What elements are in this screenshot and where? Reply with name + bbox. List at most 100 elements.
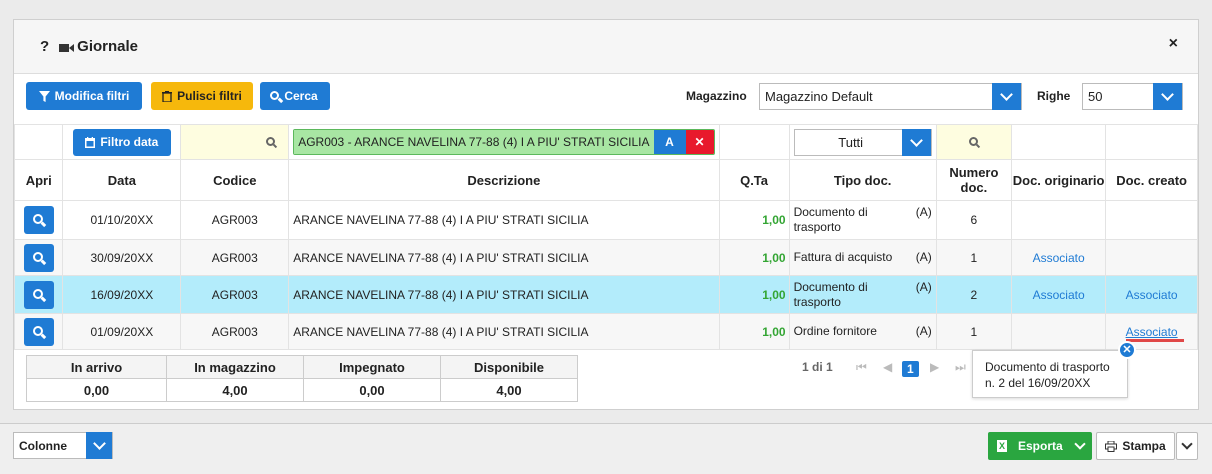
col-apri[interactable]: Apri: [13, 159, 64, 201]
data-cell: 01/09/20XX: [62, 313, 182, 350]
qta-cell: 1,00: [718, 239, 790, 276]
data-cell: 01/10/20XX: [62, 200, 182, 240]
a-button[interactable]: A: [653, 130, 686, 154]
stampa-dropdown[interactable]: [1176, 432, 1198, 460]
chevron-down-icon[interactable]: [992, 83, 1021, 110]
open-button[interactable]: [23, 243, 54, 272]
descrizione-cell: ARANCE NAVELINA 77-88 (4) I A PIU' STRAT…: [288, 313, 720, 350]
tipo-cell: Ordine fornitore (A): [788, 313, 937, 350]
stampa-button[interactable]: Stampa: [1096, 432, 1175, 460]
last-page-icon[interactable]: ⏭: [955, 360, 966, 375]
summary-value: 0,00: [26, 378, 167, 402]
help-icon[interactable]: ?: [40, 38, 49, 55]
video-camera-icon[interactable]: [59, 43, 75, 52]
col-numero-doc[interactable]: Numero doc.: [935, 159, 1013, 201]
print-icon: [1105, 440, 1118, 452]
codice-cell: AGR003: [180, 313, 290, 350]
prev-page-icon[interactable]: ◀: [883, 360, 892, 374]
tipo-cell: Fattura di acquisto (A): [788, 239, 937, 276]
summary-header: In arrivo: [26, 355, 167, 379]
orig-link[interactable]: [1011, 200, 1107, 240]
tooltip: ✕ Documento di trasporto n. 2 del 16/09/…: [972, 341, 1136, 398]
magazzino-value: Magazzino Default: [765, 89, 873, 104]
table-row[interactable]: 01/09/20XX AGR003 ARANCE NAVELINA 77-88 …: [13, 313, 1198, 350]
summary-header: Disponibile: [440, 355, 578, 379]
tipo-flag: (A): [915, 205, 932, 219]
first-page-icon[interactable]: ⏮: [856, 360, 867, 375]
summary-header: Impegnato: [303, 355, 441, 379]
orig-link[interactable]: Associato: [1011, 239, 1107, 276]
page-1-button[interactable]: 1: [902, 361, 919, 377]
magazzino-select[interactable]: Magazzino Default: [759, 83, 1022, 110]
col-codice[interactable]: Codice: [180, 159, 290, 201]
colonne-select[interactable]: Colonne: [13, 432, 113, 459]
close-icon[interactable]: ×: [1169, 35, 1178, 53]
chevron-down-icon[interactable]: [901, 128, 931, 156]
summary-value: 4,00: [440, 378, 578, 402]
page-info: 1 di 1: [802, 360, 833, 374]
numero-cell: 1: [935, 239, 1013, 276]
modifica-filtri-label: Modifica filtri: [54, 89, 130, 103]
table-row-selected[interactable]: 16/09/20XX AGR003 ARANCE NAVELINA 77-88 …: [13, 275, 1198, 314]
stock-summary: In arrivo In magazzino Impegnato Disponi…: [26, 355, 578, 402]
chevron-down-icon: [1181, 438, 1193, 450]
righe-select[interactable]: 50: [1082, 83, 1183, 110]
codice-filter-input[interactable]: [180, 124, 290, 160]
orig-link[interactable]: [1011, 313, 1107, 350]
table-row[interactable]: 30/09/20XX AGR003 ARANCE NAVELINA 77-88 …: [13, 239, 1198, 276]
codice-cell: AGR003: [180, 275, 290, 314]
filtro-data-button[interactable]: Filtro data: [72, 128, 171, 156]
pulisci-filtri-button[interactable]: Pulisci filtri: [151, 82, 253, 110]
close-icon[interactable]: ✕: [1118, 341, 1136, 359]
col-data[interactable]: Data: [62, 159, 182, 201]
creato-link[interactable]: Associato: [1126, 325, 1178, 339]
descrizione-cell: ARANCE NAVELINA 77-88 (4) I A PIU' STRAT…: [288, 239, 720, 276]
header-row: Apri Data Codice Descrizione Q.Ta Tipo d…: [13, 159, 1198, 201]
next-page-icon[interactable]: ▶: [930, 360, 939, 374]
cerca-button[interactable]: Cerca: [260, 82, 330, 110]
numero-cell: 1: [935, 313, 1013, 350]
chevron-down-icon[interactable]: [86, 432, 112, 459]
tipo-text: Fattura di acquisto: [793, 250, 893, 264]
summary-value: 4,00: [166, 378, 304, 402]
esporta-label: Esporta: [1018, 439, 1063, 453]
pulisci-filtri-label: Pulisci filtri: [177, 89, 242, 103]
filter-cell-creato: [1105, 124, 1198, 160]
creato-link[interactable]: Associato: [1105, 275, 1198, 314]
righe-label: Righe: [1037, 89, 1071, 103]
orig-link[interactable]: Associato: [1011, 275, 1107, 314]
journal-panel: ? Giornale × Modifica filtri Pulisci fil…: [13, 19, 1199, 410]
creato-link[interactable]: [1105, 200, 1198, 240]
open-button[interactable]: [23, 280, 54, 309]
creato-link[interactable]: [1105, 239, 1198, 276]
search-icon: [32, 288, 43, 299]
apri-cell: [13, 275, 64, 314]
clear-filter-icon[interactable]: ✕: [685, 130, 714, 154]
descrizione-filter-cell: AGR003 - ARANCE NAVELINA 77-88 (4) I A P…: [288, 124, 720, 160]
tipo-cell: Documento di trasporto (A): [788, 200, 937, 240]
col-descrizione[interactable]: Descrizione: [288, 159, 720, 201]
table-row[interactable]: 01/10/20XX AGR003 ARANCE NAVELINA 77-88 …: [13, 200, 1198, 240]
tipo-flag: (A): [915, 324, 932, 338]
footer-bar: Colonne X Esporta Stampa: [0, 423, 1212, 474]
open-button[interactable]: [23, 317, 54, 346]
search-icon: [969, 137, 979, 146]
chevron-down-icon[interactable]: [1074, 438, 1086, 450]
filter-cell-data: Filtro data: [62, 124, 182, 160]
chevron-down-icon[interactable]: [1153, 83, 1182, 110]
tipo-doc-select[interactable]: Tutti: [793, 128, 932, 156]
open-button[interactable]: [23, 206, 54, 234]
tipo-flag: (A): [915, 279, 932, 294]
col-doc-creato[interactable]: Doc. creato: [1105, 159, 1198, 201]
codice-cell: AGR003: [180, 239, 290, 276]
esporta-button[interactable]: X Esporta: [988, 432, 1092, 460]
stampa-label: Stampa: [1122, 439, 1166, 453]
col-qta[interactable]: Q.Ta: [718, 159, 790, 201]
col-tipo-doc[interactable]: Tipo doc.: [788, 159, 937, 201]
righe-value: 50: [1088, 89, 1103, 104]
tipo-cell: Documento di trasporto (A): [788, 275, 937, 314]
col-doc-originario[interactable]: Doc. originario: [1011, 159, 1107, 201]
modifica-filtri-button[interactable]: Modifica filtri: [26, 82, 142, 110]
descrizione-filter-input[interactable]: AGR003 - ARANCE NAVELINA 77-88 (4) I A P…: [294, 130, 654, 154]
numero-filter-input[interactable]: [935, 124, 1013, 160]
